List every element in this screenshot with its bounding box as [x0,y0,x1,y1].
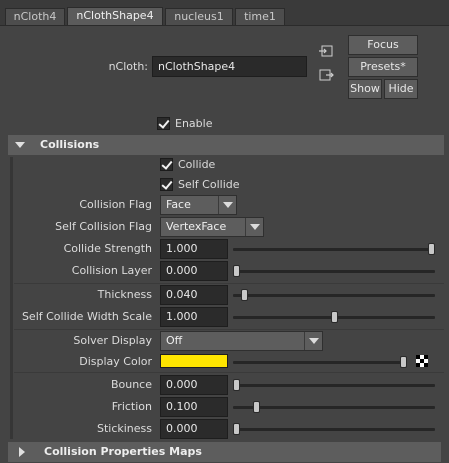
friction-slider-handle[interactable] [252,401,260,413]
collisions-section-header[interactable]: Collisions [8,135,444,155]
thickness-slider-track[interactable] [233,294,435,297]
friction-label: Friction [111,400,152,413]
stickiness-slider-track[interactable] [233,428,435,431]
input-connection-icon[interactable] [318,44,334,58]
tab-nucleus1[interactable]: nucleus1 [165,8,233,26]
chevron-down-icon [218,196,236,214]
collision-layer-field[interactable]: 0.000 [160,261,228,281]
expand-arrow-icon [19,447,25,457]
thickness-field[interactable]: 0.040 [160,285,228,305]
collide-label: Collide [178,158,216,171]
self-collision-flag-label: Self Collision Flag [55,220,152,233]
collision-properties-maps-title: Collision Properties Maps [44,445,202,458]
chevron-down-icon [245,218,263,236]
ncloth-name-field[interactable]: nClothShape4 [152,56,307,77]
collision-properties-maps-header[interactable]: Collision Properties Maps [8,442,441,462]
collide-strength-slider-track[interactable] [233,248,435,251]
self-collide-width-scale-slider-handle[interactable] [330,311,338,323]
ncloth-label: nCloth: [108,60,148,73]
presets-button[interactable]: Presets* [348,57,418,77]
display-color-swatch[interactable] [160,354,228,368]
collision-flag-dropdown[interactable]: Face [160,195,237,215]
hide-button[interactable]: Hide [384,79,418,99]
stickiness-slider-handle[interactable] [233,423,240,435]
self-collide-width-scale-field[interactable]: 1.000 [160,307,228,327]
collapse-arrow-icon [15,142,25,148]
collide-strength-field[interactable]: 1.000 [160,239,228,259]
bounce-label: Bounce [110,378,152,391]
self-collision-flag-dropdown[interactable]: VertexFace [160,217,264,237]
self-collide-label: Self Collide [178,178,240,191]
self-collide-width-scale-label: Self Collide Width Scale [21,310,152,323]
tab-nclothshape4[interactable]: nClothShape4 [67,7,163,26]
solver-display-label: Solver Display [73,334,152,347]
display-color-slider-track[interactable] [233,361,405,364]
tab-divider [0,25,449,26]
thickness-label: Thickness [97,288,152,301]
collisions-title: Collisions [40,138,100,151]
output-connection-icon[interactable] [318,68,334,82]
section-divider [14,283,444,284]
display-color-label: Display Color [79,355,152,368]
collision-flag-label: Collision Flag [79,198,152,211]
enable-checkbox[interactable] [157,117,170,130]
section-divider [14,372,444,373]
collide-strength-slider-handle[interactable] [428,243,435,255]
friction-field[interactable]: 0.100 [160,397,228,417]
section-divider [14,329,444,330]
bounce-field[interactable]: 0.000 [160,375,228,395]
self-collide-checkbox[interactable] [160,178,173,191]
collision-flag-value: Face [166,198,191,211]
tab-time1[interactable]: time1 [235,8,285,26]
stickiness-label: Stickiness [96,422,152,435]
section-indent-strip [10,157,13,439]
enable-label: Enable [175,117,213,130]
collision-layer-slider-track[interactable] [233,270,435,273]
focus-button[interactable]: Focus [348,35,418,55]
chevron-down-icon [304,332,322,350]
tab-ncloth4[interactable]: nCloth4 [5,8,65,26]
self-collision-flag-value: VertexFace [166,220,227,233]
bounce-slider-track[interactable] [233,384,435,387]
collision-layer-slider-handle[interactable] [233,265,240,277]
show-button[interactable]: Show [348,79,382,99]
thickness-slider-handle[interactable] [240,289,248,301]
color-picker-icon[interactable] [416,355,428,367]
stickiness-field[interactable]: 0.000 [160,419,228,439]
display-color-slider-handle[interactable] [400,356,407,368]
collision-layer-label: Collision Layer [71,264,152,277]
friction-slider-track[interactable] [233,406,435,409]
solver-display-dropdown[interactable]: Off [160,331,323,351]
bounce-slider-handle[interactable] [233,379,240,391]
collide-checkbox[interactable] [160,158,173,171]
solver-display-value: Off [166,334,183,347]
collide-strength-label: Collide Strength [63,242,152,255]
